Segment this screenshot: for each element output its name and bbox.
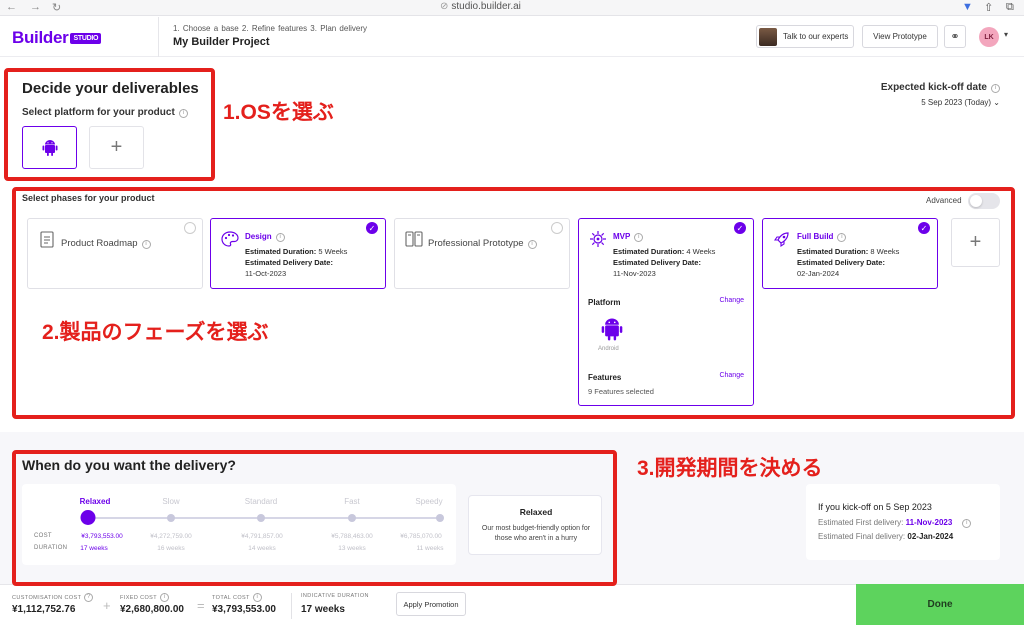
- address-bar[interactable]: ⊘ studio.builder.ai: [440, 1, 521, 12]
- annotation-label-os: 1.OSを選ぶ: [223, 101, 334, 124]
- builder-logo[interactable]: Builder STUDIO: [12, 28, 102, 48]
- share-link-button[interactable]: ⚭: [944, 25, 966, 48]
- fixed-cost-value: ¥2,680,800.00: [120, 604, 184, 615]
- customisation-cost-label-text: CUSTOMISATION COST: [12, 595, 82, 601]
- help-icon[interactable]: ?: [84, 593, 94, 602]
- total-cost-label: TOTAL COST i: [212, 593, 262, 602]
- annotation-box-os: [4, 68, 215, 181]
- fixed-cost-label: FIXED COST i: [120, 593, 170, 602]
- footer-divider: [291, 593, 292, 619]
- first-delivery-date: 11-Nov-2023: [905, 518, 953, 527]
- total-cost-value: ¥3,793,553.00: [212, 604, 276, 615]
- link-icon: ⚭: [950, 31, 960, 43]
- customisation-cost-value: ¥1,112,752.76: [12, 604, 76, 615]
- reload-icon[interactable]: ↻: [52, 1, 61, 14]
- share-icon[interactable]: ⇧: [984, 1, 993, 14]
- total-cost-label-text: TOTAL COST: [212, 595, 250, 601]
- progress-steps[interactable]: 1. Choose a base 2. Refine features 3. P…: [173, 24, 367, 33]
- final-delivery-line: Estimated Final delivery: 02-Jan-2024: [818, 532, 953, 541]
- kickoff-summary-card: If you kick-off on 5 Sep 2023 Estimated …: [806, 484, 1000, 560]
- logo-text: Builder: [12, 28, 69, 47]
- fixed-cost-label-text: FIXED COST: [120, 595, 158, 601]
- kickoff-date: 5 Sep 2023 (Today): [921, 98, 992, 107]
- back-icon[interactable]: ←: [6, 1, 17, 13]
- info-icon[interactable]: i: [991, 84, 1000, 93]
- url-text: studio.builder.ai: [451, 1, 521, 12]
- info-icon[interactable]: i: [962, 519, 972, 528]
- annotation-box-delivery: [12, 450, 617, 586]
- annotation-label-phases: 2.製品のフェーズを選ぶ: [42, 321, 269, 344]
- annotation-label-delivery: 3.開発期間を決める: [637, 457, 823, 480]
- chevron-down-icon: ⌄: [993, 98, 1000, 107]
- project-name[interactable]: My Builder Project: [173, 36, 270, 48]
- app-header: Builder STUDIO 1. Choose a base 2. Refine…: [0, 17, 1024, 57]
- first-delivery-line: Estimated First delivery: 11-Nov-2023 i: [818, 518, 972, 528]
- forward-icon[interactable]: →: [30, 1, 41, 13]
- kickoff-label-text: Expected kick-off date: [880, 82, 987, 93]
- kickoff-label: Expected kick-off date i: [881, 82, 1000, 93]
- indicative-duration-value: 17 weeks: [301, 604, 345, 615]
- header-divider: [158, 17, 159, 57]
- equals-operator: =: [197, 598, 205, 613]
- expert-avatar: [759, 27, 777, 46]
- talk-label: Talk to our experts: [783, 32, 849, 41]
- final-delivery-date: 02-Jan-2024: [907, 532, 954, 541]
- kickoff-date-picker[interactable]: 5 Sep 2023 (Today) ⌄: [921, 98, 1000, 107]
- plus-operator: +: [103, 598, 111, 613]
- logo-badge: STUDIO: [70, 33, 102, 44]
- info-icon[interactable]: i: [160, 593, 170, 602]
- view-prototype-button[interactable]: View Prototype: [862, 25, 938, 48]
- browser-toolbar: ← → ↻ ⊘ studio.builder.ai ▼ ⇧ ⧉: [0, 0, 1024, 16]
- customisation-cost-label: CUSTOMISATION COST?: [12, 593, 94, 602]
- extension-icon[interactable]: ▼: [962, 1, 973, 13]
- tabs-icon[interactable]: ⧉: [1006, 1, 1014, 14]
- user-avatar[interactable]: LK: [979, 27, 999, 47]
- info-icon[interactable]: i: [252, 593, 262, 602]
- link-icon: ⊘: [440, 1, 449, 12]
- first-delivery-label: Estimated First delivery:: [818, 518, 904, 527]
- annotation-box-phases: [12, 187, 1015, 419]
- chevron-down-icon[interactable]: ▾: [1004, 30, 1008, 39]
- apply-promotion-button[interactable]: Apply Promotion: [396, 592, 466, 616]
- done-button[interactable]: Done: [856, 584, 1024, 625]
- talk-to-experts-button[interactable]: Talk to our experts: [756, 25, 854, 48]
- indicative-duration-label: INDICATIVE DURATION: [301, 593, 369, 599]
- kickoff-summary-title: If you kick-off on 5 Sep 2023: [818, 502, 932, 512]
- final-delivery-label: Estimated Final delivery:: [818, 532, 906, 541]
